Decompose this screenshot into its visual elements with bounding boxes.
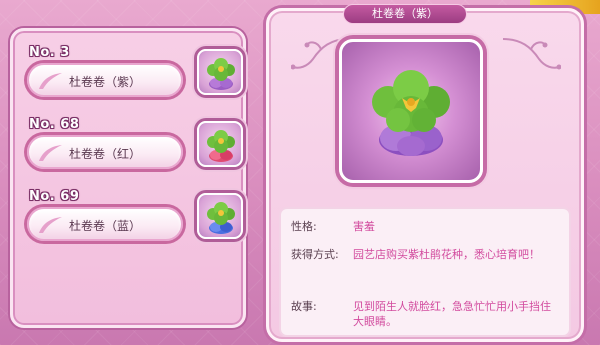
pet-info-box: 性格: 害羞 获得方式: 园艺店购买紫杜鹃花种，悉心培育吧！ 故事: 见到陌生人…	[279, 207, 571, 337]
detail-title: 杜卷卷（紫）	[343, 4, 467, 24]
personality-label: 性格:	[291, 220, 317, 233]
personality-value: 害羞	[353, 220, 375, 233]
item-number: No. 69	[29, 189, 80, 204]
name-pill-button[interactable]: 杜卷卷（蓝）	[27, 207, 183, 241]
plant-pet-portrait-icon	[372, 70, 450, 156]
pet-thumbnail[interactable]	[197, 193, 243, 239]
list-item[interactable]: No. 69 杜卷卷（蓝）	[27, 189, 249, 249]
name-pill-button[interactable]: 杜卷卷（红）	[27, 135, 183, 169]
list-item[interactable]: No. 3 杜卷卷（紫）	[27, 45, 249, 105]
item-number: No. 68	[29, 117, 80, 132]
story-value: 见到陌生人就脸红，急急忙忙用小手挡住大眼睛。	[353, 300, 551, 328]
pet-name-label: 杜卷卷（紫）	[68, 75, 141, 89]
pet-list-panel: No. 3 杜卷卷（紫） No. 68 杜卷卷（红） No. 69 杜卷卷（蓝）	[10, 28, 246, 328]
pet-name-label: 杜卷卷（红）	[68, 147, 141, 161]
pet-thumbnail[interactable]	[197, 49, 243, 95]
list-item[interactable]: No. 68 杜卷卷（红）	[27, 117, 249, 177]
story-label: 故事:	[291, 300, 317, 313]
vine-ornament-icon	[502, 38, 561, 70]
name-pill-button[interactable]: 杜卷卷（紫）	[27, 63, 183, 97]
obtain-label: 获得方式:	[291, 248, 339, 261]
plant-pet-icon	[207, 58, 235, 90]
item-number: No. 3	[29, 45, 70, 60]
pet-portrait	[339, 39, 483, 183]
pet-name-label: 杜卷卷（蓝）	[68, 219, 141, 233]
plant-pet-icon	[207, 130, 235, 162]
pet-detail-panel: 杜卷卷（紫） 性格: 害羞 获得方式: 园艺店购买紫杜鹃花种，悉心培育吧！ 故事…	[266, 4, 584, 342]
pet-thumbnail[interactable]	[197, 121, 243, 167]
plant-pet-icon	[207, 202, 235, 234]
obtain-value: 园艺店购买紫杜鹃花种，悉心培育吧！	[353, 248, 540, 261]
